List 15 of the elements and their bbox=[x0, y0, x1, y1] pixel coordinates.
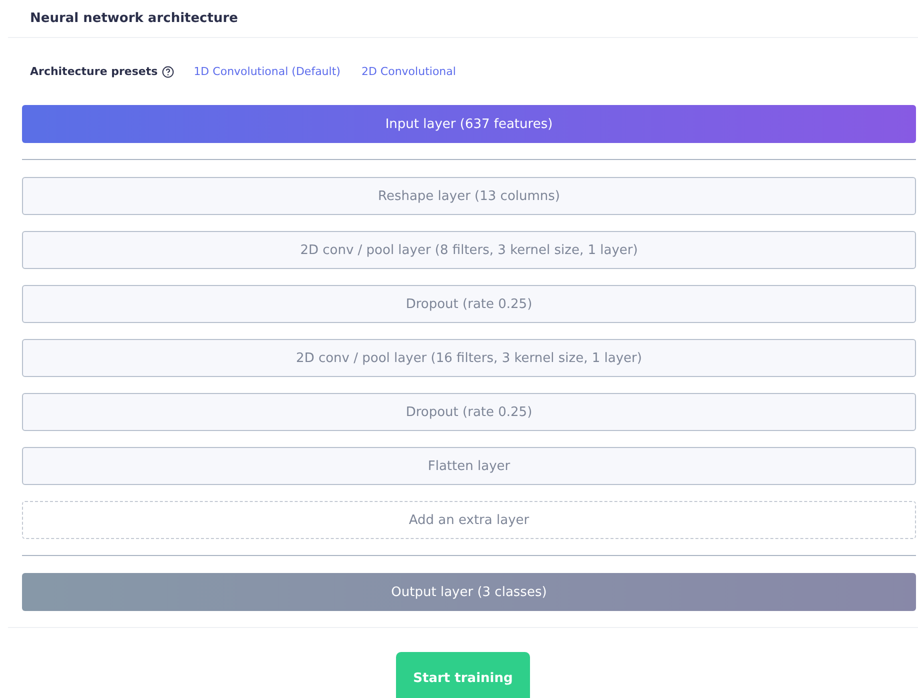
output-layer[interactable]: Output layer (3 classes) bbox=[22, 573, 916, 611]
layer-block[interactable]: 2D conv / pool layer (16 filters, 3 kernel size, 1 layer) bbox=[22, 339, 916, 377]
layer-block[interactable]: Dropout (rate 0.25) bbox=[22, 285, 916, 323]
layer-block[interactable]: Flatten layer bbox=[22, 447, 916, 485]
presets-label: Architecture presets bbox=[30, 65, 158, 78]
layer-block[interactable]: Reshape layer (13 columns) bbox=[22, 177, 916, 215]
layer-block[interactable]: Dropout (rate 0.25) bbox=[22, 393, 916, 431]
preset-link[interactable]: 1D Convolutional (Default) bbox=[194, 65, 340, 78]
help-icon[interactable] bbox=[162, 66, 174, 78]
panel-title: Neural network architecture bbox=[30, 11, 238, 26]
add-layer-button[interactable]: Add an extra layer bbox=[22, 501, 916, 539]
input-layer[interactable]: Input layer (637 features) bbox=[22, 105, 916, 143]
layer-block[interactable]: 2D conv / pool layer (8 filters, 3 kernel size, 1 layer) bbox=[22, 231, 916, 269]
start-training-button[interactable]: Start training bbox=[396, 652, 530, 698]
preset-link[interactable]: 2D Convolutional bbox=[361, 65, 456, 78]
